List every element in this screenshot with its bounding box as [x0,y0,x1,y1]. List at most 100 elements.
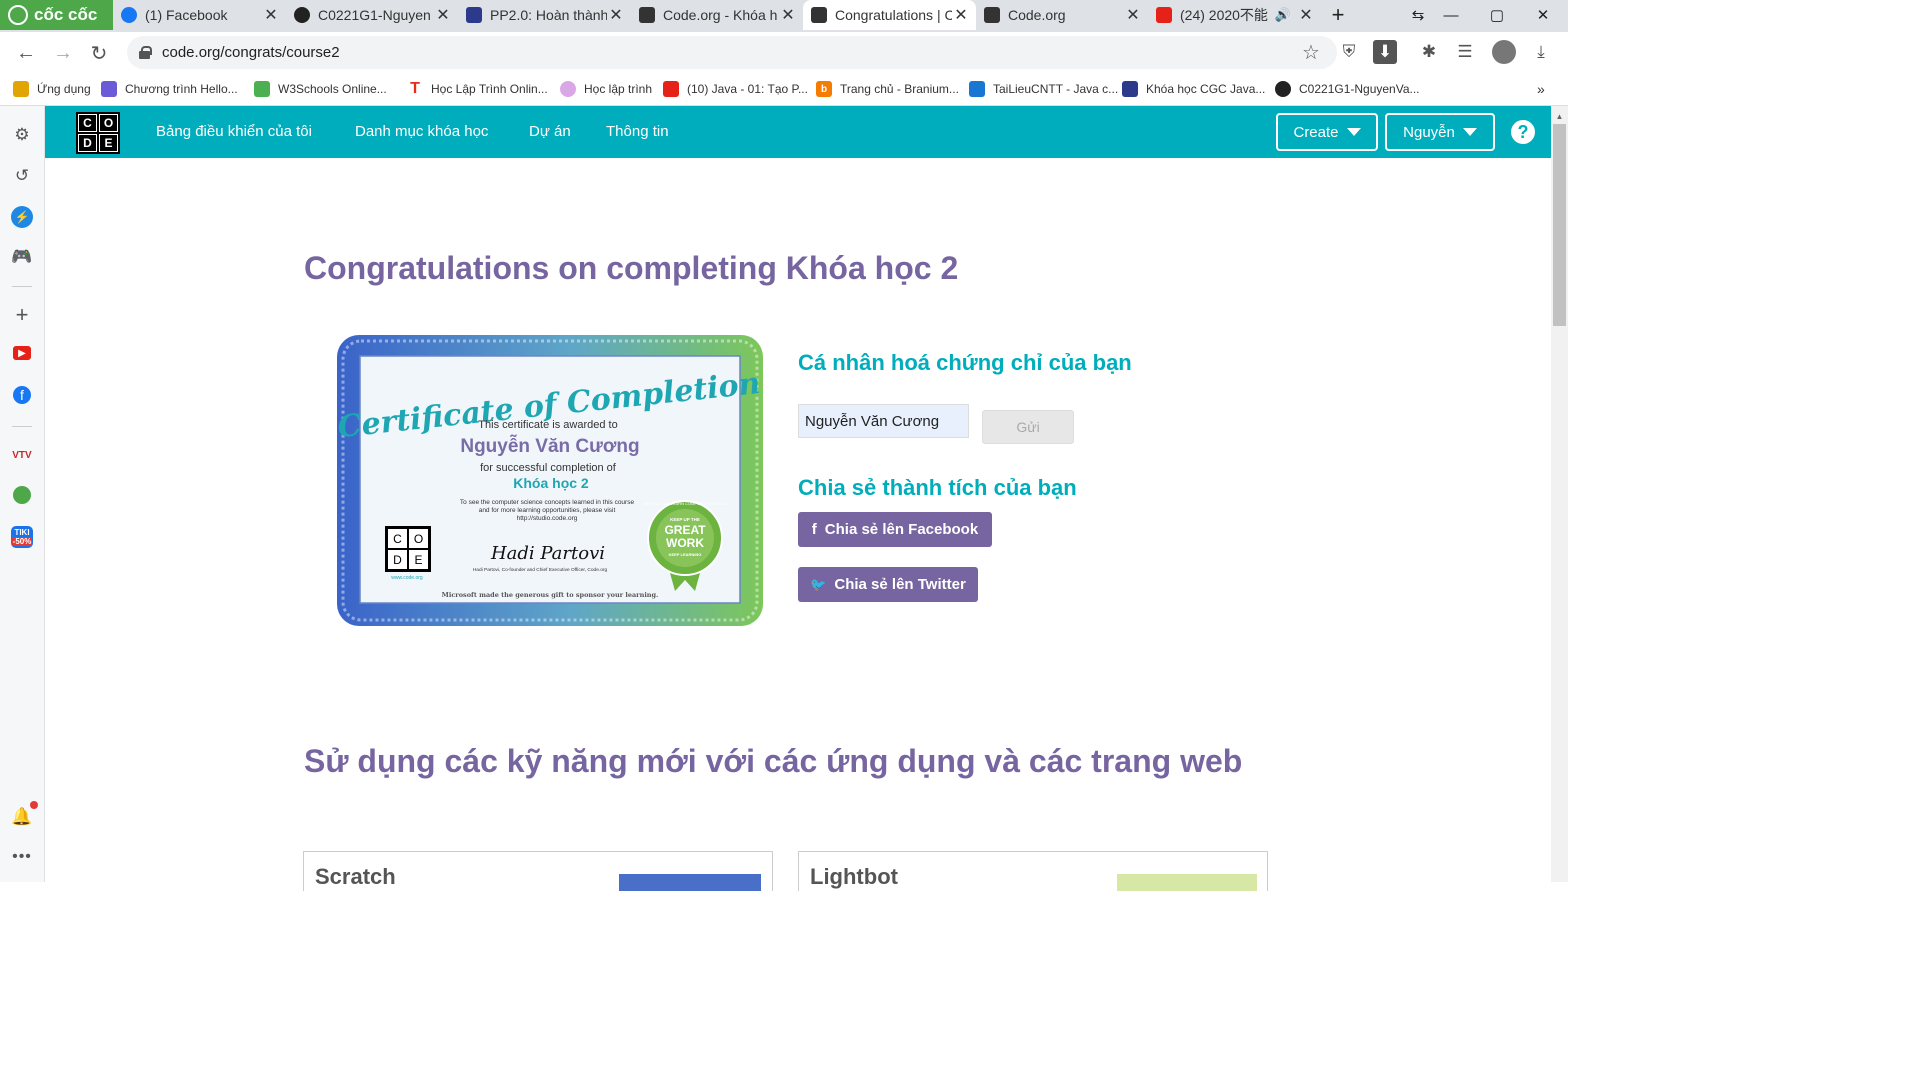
tiki-badge: -50% [11,537,33,546]
w3schools-icon [254,81,270,97]
bookmark-label: Ứng dụng [37,82,91,96]
new-tab-plus-icon[interactable]: + [1320,0,1356,30]
bookmark-star-icon[interactable]: ☆ [1299,40,1323,64]
address-bar[interactable]: code.org/congrats/course2 [127,36,1337,69]
bookmark-label: Khóa học CGC Java... [1146,82,1266,96]
site-icon [1122,81,1138,97]
coccoc-map-icon[interactable] [13,486,31,504]
site-icon [560,81,576,97]
certificate-fine-print: To see the computer science concepts lea… [460,499,635,506]
user-dropdown-button[interactable]: Nguyễn [1385,113,1495,151]
close-icon[interactable]: ✕ [1297,5,1315,25]
shield-icon[interactable]: ⛨ [1337,40,1361,64]
share-facebook-button[interactable]: f Chia sẻ lên Facebook [798,512,992,547]
facebook-icon[interactable]: f [13,386,31,404]
close-icon[interactable]: ✕ [262,5,280,25]
sidebar-divider [12,286,32,287]
scroll-up-arrow-icon[interactable]: ▲ [1551,108,1568,124]
send-button[interactable]: Gửi [982,410,1074,444]
bookmark-item[interactable]: W3Schools Online... [254,81,387,97]
certificate-fine-print: and for more learning opportunities, ple… [479,507,616,514]
maximize-icon[interactable]: ▢ [1474,0,1520,30]
tab-congratulations[interactable]: Congratulations | C ✕ [803,0,976,30]
scrollbar-thumb[interactable] [1553,124,1566,326]
game-icon[interactable]: 🎮 [11,246,33,268]
messenger-icon[interactable]: ⚡ [11,206,33,228]
tab-github[interactable]: C0221G1-Nguyen ✕ [286,0,458,30]
bookmark-item[interactable]: T Học Lập Trình Onlin... [407,80,548,97]
bookmark-item[interactable]: Chương trình Hello... [101,81,238,97]
coccoc-menu-button[interactable]: cốc cốc [0,0,113,30]
minimize-icon[interactable]: — [1428,0,1474,30]
tiki-icon[interactable]: TIKI -50% [11,526,33,548]
close-icon[interactable]: ✕ [1124,5,1142,25]
speaker-icon[interactable]: 🔊 [1275,7,1291,23]
settings-icon[interactable]: ⚙ [11,124,33,146]
window-close-icon[interactable]: ✕ [1520,0,1566,30]
certificate-logo-url: www.code.org [391,575,423,581]
share-heading: Chia sẻ thành tích của bạn [798,475,1077,500]
logo-letter: C [78,114,97,132]
nav-about[interactable]: Thông tin [606,123,669,140]
nav-projects[interactable]: Dự án [529,123,571,140]
url-text[interactable]: code.org/congrats/course2 [162,44,340,61]
close-icon[interactable]: ✕ [952,5,970,25]
downloads-icon[interactable]: ⤓ [1529,40,1553,64]
bell-icon[interactable]: 🔔 [11,806,33,828]
nav-dashboard[interactable]: Bảng điều khiển của tôi [156,123,312,140]
reload-icon[interactable]: ↻ [86,40,112,66]
logo-letter: O [99,114,118,132]
nav-course-catalog[interactable]: Danh mục khóa học [355,123,488,140]
bookmark-label: W3Schools Online... [278,82,387,96]
more-bookmarks-chevron-icon[interactable]: » [1537,81,1545,97]
bookmark-item[interactable]: Khóa học CGC Java... [1122,81,1265,97]
close-icon[interactable]: ✕ [434,5,452,25]
svg-text:ANYONE CAN LEARN COMPUTER SCIE: ANYONE CAN LEARN COMPUTER SCIENCE [643,501,727,506]
create-label: Create [1293,123,1339,141]
youtube-icon [663,81,679,97]
create-dropdown-button[interactable]: Create [1276,113,1378,151]
sidebar-divider [12,426,32,427]
certificate-name-input[interactable] [798,404,969,438]
tab-title: C0221G1-Nguyen [318,7,431,23]
history-icon[interactable]: ↺ [11,165,33,187]
bookmark-item[interactable]: C0221G1-NguyenVa... [1275,81,1420,97]
tab-codeorg-course[interactable]: Code.org - Khóa h ✕ [631,0,803,30]
close-icon[interactable]: ✕ [779,5,797,25]
share-twitter-button[interactable]: 🐦 Chia sẻ lên Twitter [798,567,978,602]
app-card-lightbot[interactable]: Lightbot [798,851,1268,891]
tab-title: PP2.0: Hoàn thành [490,7,607,23]
tab-title: (24) 2020不能 [1180,7,1268,23]
bookmark-apps[interactable]: Ứng dụng [13,81,91,97]
more-dots-icon[interactable]: ••• [11,846,33,868]
profile-avatar[interactable] [1492,40,1516,64]
facebook-icon [121,7,137,23]
plus-icon[interactable]: + [11,302,33,327]
codeorg-logo[interactable]: C O D E [76,112,120,154]
share-twitter-label: Chia sẻ lên Twitter [834,576,966,593]
playlist-icon[interactable]: ☰ [1453,40,1477,64]
app-card-scratch[interactable]: Scratch [303,851,773,891]
tab-facebook[interactable]: (1) Facebook ✕ [113,0,286,30]
download-box-icon[interactable]: ⬇ [1373,40,1397,64]
help-icon[interactable]: ? [1511,120,1535,144]
bookmark-item[interactable]: b Trang chủ - Branium... [816,81,959,97]
certificate-for-text: for successful completion of [480,462,617,474]
close-icon[interactable]: ✕ [607,5,625,25]
extensions-puzzle-icon[interactable]: ✱ [1417,40,1441,64]
youtube-icon[interactable]: ▶ [13,346,31,360]
vtv-icon[interactable]: VTV [11,444,33,466]
tab-title: Congratulations | C [835,7,952,23]
tab-youtube[interactable]: (24) 2020不能 🔊 ✕ [1148,0,1321,30]
svg-text:GREAT: GREAT [664,523,706,537]
tab-codeorg[interactable]: Code.org ✕ [976,0,1148,30]
tab-pp2[interactable]: PP2.0: Hoàn thành ✕ [458,0,631,30]
certificate-fine-print: http://studio.code.org [517,515,578,522]
forward-arrow-icon[interactable]: → [50,40,76,66]
site-icon [969,81,985,97]
bookmark-item[interactable]: TaiLieuCNTT - Java c... [969,81,1118,97]
bookmark-item[interactable]: (10) Java - 01: Tạo P... [663,81,808,97]
bookmark-item[interactable]: Học lập trình [560,81,652,97]
certificate-image: Certificate of Completion This certifica… [336,335,763,626]
back-arrow-icon[interactable]: ← [13,40,39,66]
